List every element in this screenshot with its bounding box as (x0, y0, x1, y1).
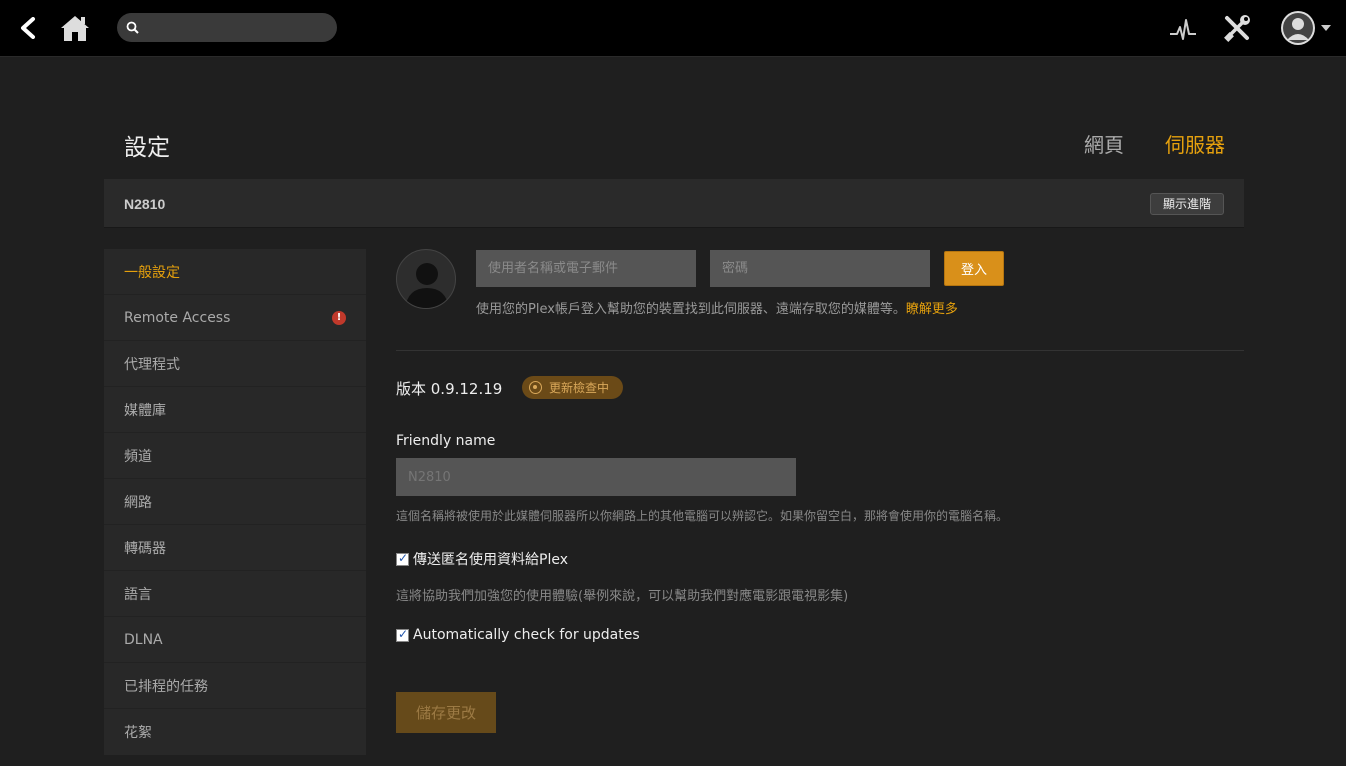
search-input[interactable] (145, 17, 325, 38)
sidebar-item-scheduled-tasks[interactable]: 已排程的任務 (104, 663, 366, 709)
sidebar-item-channels[interactable]: 頻道 (104, 433, 366, 479)
sidebar-item-agents[interactable]: 代理程式 (104, 341, 366, 387)
activity-icon (1170, 19, 1196, 40)
account-avatar (396, 249, 456, 309)
username-input[interactable] (476, 250, 696, 287)
chevron-left-icon (21, 17, 35, 39)
server-bar: N2810 顯示進階 (104, 179, 1244, 228)
sidebar-item-label: Remote Access (124, 309, 231, 326)
anonymous-data-label: 傳送匿名使用資料給Plex (413, 552, 568, 568)
search-box[interactable] (117, 13, 337, 42)
divider (396, 350, 1244, 351)
sidebar-item-remote-access[interactable]: Remote Access ! (104, 295, 366, 341)
avatar-icon (1281, 11, 1315, 45)
friendly-name-label: Friendly name (396, 433, 496, 449)
update-status-text: 更新檢查中 (549, 381, 610, 395)
version-label: 版本 0.9.12.19 (396, 380, 503, 398)
top-bar (0, 0, 1346, 57)
server-name: N2810 (124, 196, 166, 212)
save-changes-button[interactable]: 儲存更改 (396, 692, 496, 733)
tab-web[interactable]: 網頁 (1084, 129, 1124, 158)
update-icon (529, 381, 542, 394)
sidebar-item-label: 語言 (124, 586, 152, 603)
user-silhouette-icon (405, 263, 449, 308)
search-icon (126, 21, 139, 34)
sidebar-item-extras[interactable]: 花絮 (104, 709, 366, 755)
settings-button[interactable] (1222, 12, 1252, 44)
login-help-text: 使用您的Plex帳戶登入幫助您的裝置找到此伺服器、遠端存取您的媒體等。瞭解更多 (476, 298, 958, 317)
settings-sidebar: 一般設定 Remote Access ! 代理程式 媒體庫 頻道 網路 轉碼器 … (104, 249, 366, 755)
auto-update-checkbox-row[interactable]: Automatically check for updates (396, 627, 640, 643)
home-icon (61, 16, 89, 41)
warning-icon: ! (332, 311, 346, 325)
sidebar-item-dlna[interactable]: DLNA (104, 617, 366, 663)
activity-button[interactable] (1167, 14, 1199, 44)
friendly-name-input[interactable] (396, 458, 796, 496)
caret-down-icon (1321, 25, 1331, 31)
user-menu-button[interactable] (1278, 10, 1334, 46)
page-title: 設定 (124, 135, 170, 161)
sidebar-item-label: 網路 (124, 494, 152, 511)
password-input[interactable] (710, 250, 930, 287)
sidebar-item-label: 頻道 (124, 448, 152, 465)
learn-more-link[interactable]: 瞭解更多 (906, 302, 958, 317)
sidebar-item-languages[interactable]: 語言 (104, 571, 366, 617)
show-advanced-button[interactable]: 顯示進階 (1149, 193, 1224, 215)
sidebar-item-label: 轉碼器 (124, 540, 166, 557)
auto-update-checkbox[interactable] (396, 627, 409, 642)
anonymous-data-checkbox[interactable] (396, 551, 409, 566)
friendly-name-help: 這個名稱將被使用於此媒體伺服器所以你網路上的其他電腦可以辨認它。如果你留空白，那… (396, 509, 1009, 523)
tab-server[interactable]: 伺服器 (1165, 129, 1225, 158)
sidebar-item-label: 一般設定 (124, 264, 180, 281)
tools-icon (1224, 15, 1250, 42)
sidebar-item-general[interactable]: 一般設定 (104, 249, 366, 295)
sidebar-item-label: 已排程的任務 (124, 678, 208, 695)
sidebar-item-library[interactable]: 媒體庫 (104, 387, 366, 433)
anonymous-data-checkbox-row[interactable]: 傳送匿名使用資料給Plex (396, 549, 568, 569)
login-button[interactable]: 登入 (944, 251, 1004, 286)
sidebar-item-label: 媒體庫 (124, 402, 166, 419)
home-button[interactable] (58, 10, 92, 46)
sidebar-item-label: 代理程式 (124, 356, 180, 373)
auto-update-label: Automatically check for updates (413, 627, 640, 643)
update-status-badge: 更新檢查中 (522, 376, 624, 399)
back-button[interactable] (12, 12, 44, 44)
sidebar-item-transcoder[interactable]: 轉碼器 (104, 525, 366, 571)
login-help-message: 使用您的Plex帳戶登入幫助您的裝置找到此伺服器、遠端存取您的媒體等。 (476, 302, 906, 317)
sidebar-item-label: DLNA (124, 631, 163, 648)
sidebar-item-label: 花絮 (124, 725, 152, 741)
anonymous-data-help: 這將協助我們加強您的使用體驗(舉例來說，可以幫助我們對應電影跟電視影集) (396, 589, 849, 604)
sidebar-item-network[interactable]: 網路 (104, 479, 366, 525)
